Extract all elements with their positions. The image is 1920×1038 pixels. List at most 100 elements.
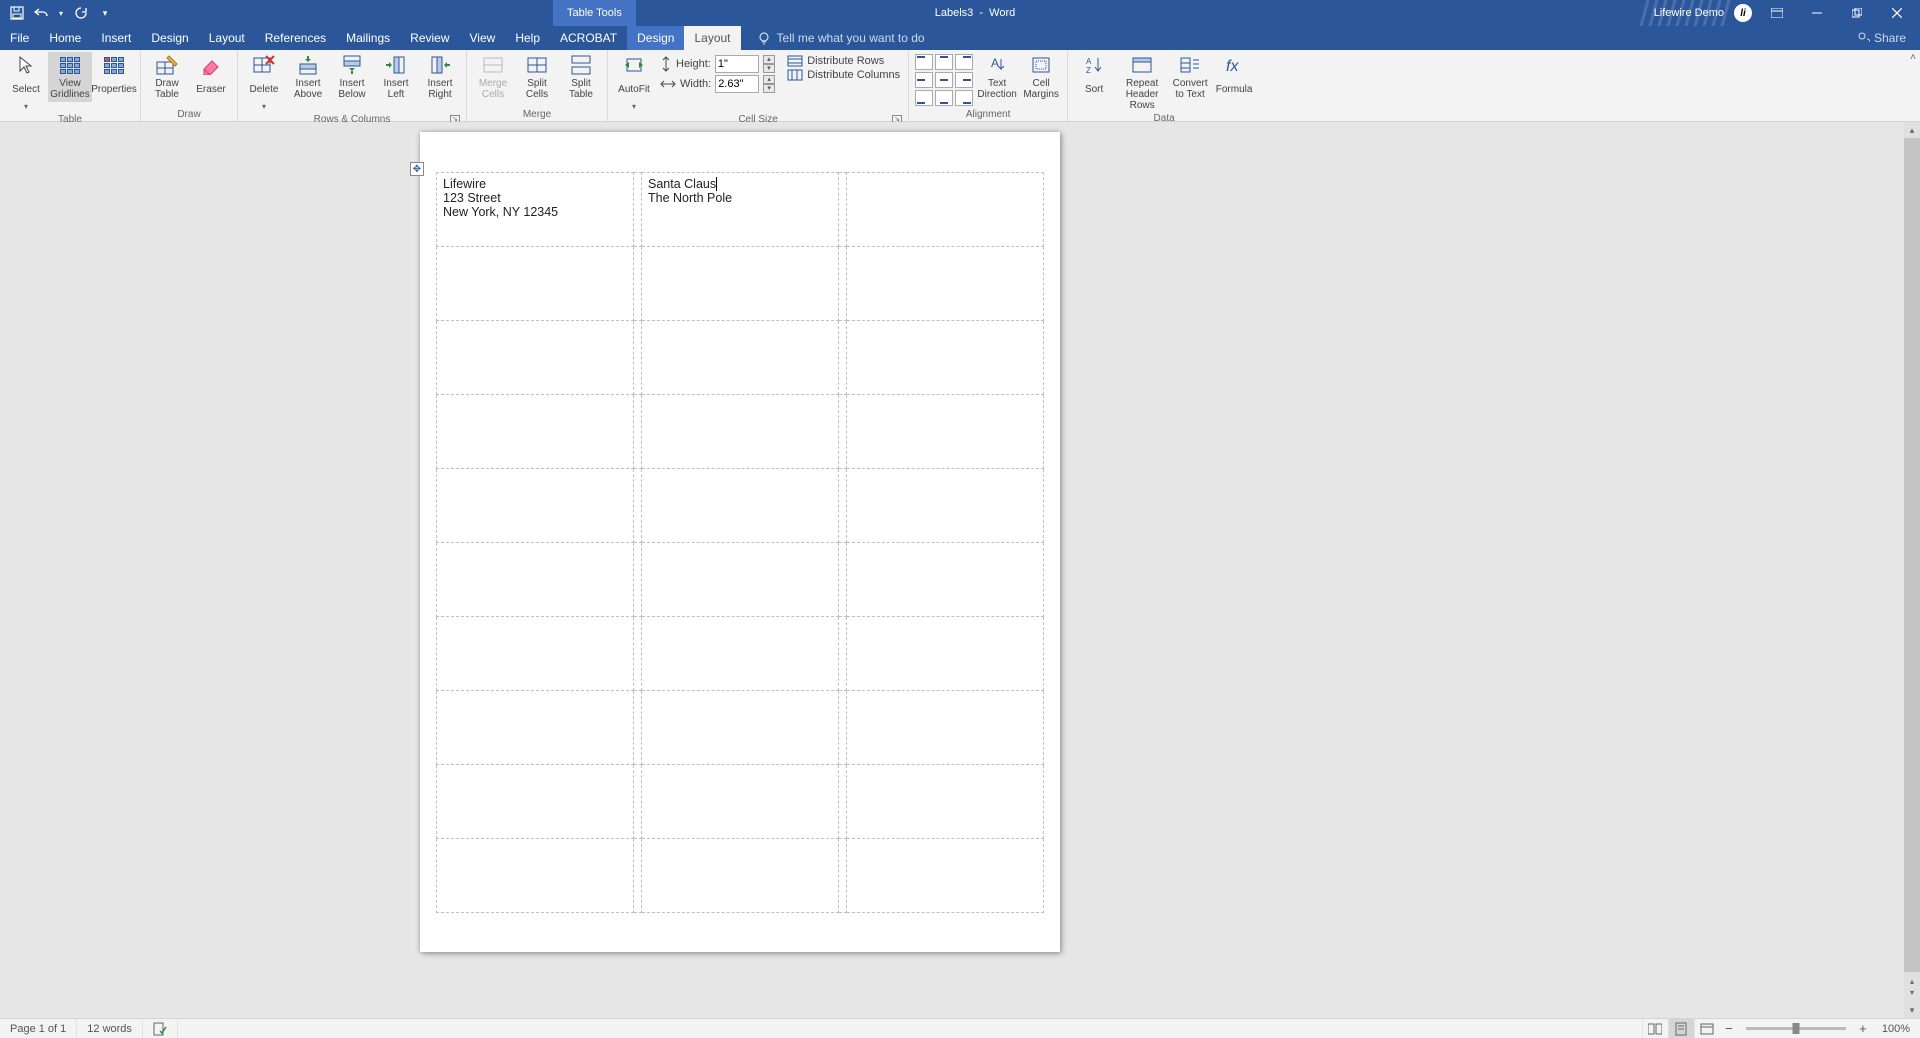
label-cell[interactable] — [847, 395, 1044, 469]
gutter-cell[interactable] — [633, 765, 641, 839]
tab-design[interactable]: Design — [141, 26, 198, 50]
convert-to-text-button[interactable]: Convert to Text — [1168, 52, 1212, 102]
label-cell[interactable] — [642, 395, 839, 469]
width-input[interactable] — [715, 75, 759, 93]
gutter-cell[interactable] — [838, 469, 846, 543]
insert-right-button[interactable]: Insert Right — [418, 52, 462, 102]
gutter-cell[interactable] — [633, 469, 641, 543]
insert-below-button[interactable]: Insert Below — [330, 52, 374, 102]
browse-object-buttons[interactable]: ▴▾ — [1904, 972, 1920, 1002]
document-page[interactable]: ✥ Lifewire 123 Street New York, NY 12345… — [420, 132, 1060, 952]
delete-button[interactable]: Delete ▾ — [242, 52, 286, 114]
zoom-level[interactable]: 100% — [1872, 1019, 1920, 1038]
formula-button[interactable]: fx Formula — [1212, 52, 1256, 102]
split-cells-button[interactable]: Split Cells — [515, 52, 559, 102]
label-cell[interactable] — [642, 543, 839, 617]
maximize-button[interactable] — [1842, 0, 1872, 26]
scroll-thumb[interactable] — [1904, 138, 1920, 972]
tab-references[interactable]: References — [255, 26, 336, 50]
redo-icon[interactable] — [74, 6, 88, 20]
label-table[interactable]: Lifewire 123 Street New York, NY 12345 S… — [436, 172, 1044, 913]
print-layout-button[interactable] — [1668, 1019, 1694, 1038]
sort-button[interactable]: AZ Sort — [1072, 52, 1116, 102]
properties-button[interactable]: Properties — [92, 52, 136, 102]
distribute-rows-button[interactable]: Distribute Rows — [787, 55, 900, 67]
gutter-cell[interactable] — [633, 543, 641, 617]
tab-layout[interactable]: Layout — [199, 26, 255, 50]
gutter-cell[interactable] — [838, 247, 846, 321]
label-cell[interactable] — [437, 691, 634, 765]
table-move-handle-icon[interactable]: ✥ — [410, 162, 424, 176]
ribbon-display-options-icon[interactable] — [1762, 0, 1792, 26]
proofing-button[interactable] — [143, 1019, 178, 1038]
label-cell[interactable] — [847, 839, 1044, 913]
align-middle-right[interactable] — [955, 72, 973, 88]
tab-home[interactable]: Home — [39, 26, 91, 50]
tab-acrobat[interactable]: ACROBAT — [550, 26, 627, 50]
tab-mailings[interactable]: Mailings — [336, 26, 400, 50]
label-cell[interactable] — [642, 617, 839, 691]
label-cell[interactable] — [437, 395, 634, 469]
gutter-cell[interactable] — [838, 617, 846, 691]
gutter-cell[interactable] — [633, 173, 641, 247]
label-cell[interactable] — [847, 247, 1044, 321]
close-button[interactable] — [1882, 0, 1912, 26]
gutter-cell[interactable] — [838, 765, 846, 839]
scroll-up-icon[interactable]: ▴ — [1904, 122, 1920, 138]
share-button[interactable]: Share — [1858, 26, 1920, 50]
collapse-ribbon-icon[interactable]: ˄ — [1910, 52, 1916, 63]
label-cell[interactable] — [642, 839, 839, 913]
read-mode-button[interactable] — [1642, 1019, 1668, 1038]
label-cell[interactable] — [642, 469, 839, 543]
label-cell[interactable] — [642, 691, 839, 765]
label-cell[interactable] — [642, 321, 839, 395]
split-table-button[interactable]: Split Table — [559, 52, 603, 102]
eraser-button[interactable]: Eraser — [189, 52, 233, 102]
label-cell[interactable] — [437, 617, 634, 691]
align-bottom-left[interactable] — [915, 90, 933, 106]
undo-dropdown-icon[interactable]: ▾ — [58, 6, 64, 20]
label-cell[interactable] — [437, 469, 634, 543]
view-gridlines-button[interactable]: View Gridlines — [48, 52, 92, 102]
align-bottom-center[interactable] — [935, 90, 953, 106]
label-cell[interactable] — [437, 247, 634, 321]
gutter-cell[interactable] — [838, 839, 846, 913]
zoom-in-button[interactable]: + — [1854, 1021, 1872, 1036]
gutter-cell[interactable] — [838, 543, 846, 617]
label-cell[interactable] — [642, 247, 839, 321]
tab-insert[interactable]: Insert — [91, 26, 141, 50]
label-cell[interactable] — [847, 321, 1044, 395]
gutter-cell[interactable] — [633, 321, 641, 395]
insert-left-button[interactable]: Insert Left — [374, 52, 418, 102]
label-cell[interactable] — [847, 691, 1044, 765]
tab-view[interactable]: View — [460, 26, 506, 50]
gutter-cell[interactable] — [838, 173, 846, 247]
select-button[interactable]: Select ▾ — [4, 52, 48, 114]
cell-margins-button[interactable]: Cell Margins — [1019, 52, 1063, 102]
label-cell[interactable]: Lifewire 123 Street New York, NY 12345 — [437, 173, 634, 247]
gutter-cell[interactable] — [838, 691, 846, 765]
autofit-button[interactable]: AutoFit ▾ — [612, 52, 656, 114]
gutter-cell[interactable] — [633, 395, 641, 469]
width-spinner[interactable]: ▴▾ — [763, 75, 775, 93]
repeat-header-rows-button[interactable]: Repeat Header Rows — [1116, 52, 1168, 113]
draw-table-button[interactable]: Draw Table — [145, 52, 189, 102]
qat-customize-icon[interactable]: ▾ — [98, 6, 112, 20]
gutter-cell[interactable] — [633, 247, 641, 321]
page-indicator[interactable]: Page 1 of 1 — [0, 1019, 77, 1038]
text-direction-button[interactable]: A Text Direction — [975, 52, 1019, 102]
label-cell[interactable] — [437, 839, 634, 913]
label-cell[interactable] — [437, 543, 634, 617]
vertical-scrollbar[interactable]: ▴ ▴▾ ▾ — [1904, 122, 1920, 1018]
label-cell[interactable] — [847, 543, 1044, 617]
zoom-slider[interactable] — [1746, 1027, 1846, 1030]
tell-me-box[interactable]: Tell me what you want to do — [741, 26, 925, 50]
scroll-down-icon[interactable]: ▾ — [1904, 1002, 1920, 1018]
height-spinner[interactable]: ▴▾ — [763, 55, 775, 73]
gutter-cell[interactable] — [838, 321, 846, 395]
align-middle-center[interactable] — [935, 72, 953, 88]
label-cell[interactable] — [847, 173, 1044, 247]
gutter-cell[interactable] — [838, 395, 846, 469]
label-cell[interactable]: Santa Claus The North Pole — [642, 173, 839, 247]
align-top-left[interactable] — [915, 54, 933, 70]
